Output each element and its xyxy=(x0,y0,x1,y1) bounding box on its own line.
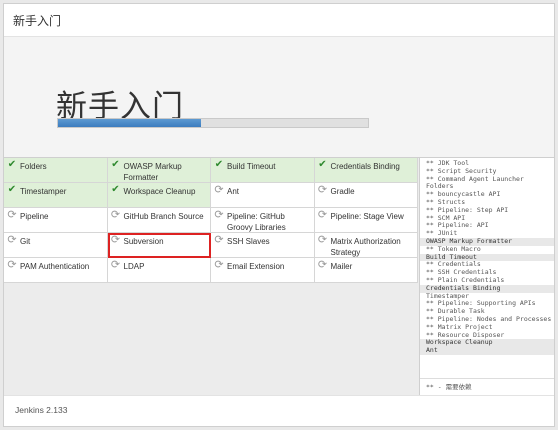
plugin-label: Gradle xyxy=(330,187,355,196)
plugin-install-area: ✔ Folders ✔ OWASP Markup Formatter ✔ Build Ti… xyxy=(4,157,554,399)
refresh-icon: ⟳ xyxy=(214,184,224,196)
plugin-label: Build Timeout xyxy=(227,162,276,171)
setup-window: 新手入门 新手入门 ✔ Folders ✔ OWASP Markup Formatte… xyxy=(3,3,555,427)
plugin-label: Workspace Cleanup xyxy=(123,187,196,196)
hero-section: 新手入门 xyxy=(4,37,554,157)
top-bar: 新手入门 xyxy=(4,4,554,37)
plugin-item: ⟳ Pipeline: Stage View xyxy=(314,208,418,233)
plugin-item: ⟳ Email Extension xyxy=(211,258,315,283)
refresh-icon: ⟳ xyxy=(317,209,328,221)
plugin-item: ✔ Workspace Cleanup xyxy=(107,183,211,208)
plugin-label: Email Extension xyxy=(227,262,285,271)
plugin-item: ⟳ Git xyxy=(4,233,108,258)
plugin-label: Subversion xyxy=(123,237,164,246)
refresh-icon: ⟳ xyxy=(317,184,328,196)
check-icon: ✔ xyxy=(111,184,120,195)
plugin-item: ⟳ Pipeline: GitHub Groovy Libraries xyxy=(211,208,315,233)
plugin-item: ⟳ Ant xyxy=(211,183,315,208)
refresh-icon: ⟳ xyxy=(214,234,224,246)
plugin-item: ⟳ GitHub Branch Source xyxy=(107,208,211,233)
plugin-item: ⟳ Mailer xyxy=(314,258,418,283)
refresh-icon: ⟳ xyxy=(317,234,328,246)
plugin-item: ✔ Timestamper xyxy=(4,183,108,208)
log-line: Ant xyxy=(420,346,554,355)
check-icon: ✔ xyxy=(214,159,224,170)
plugin-label: SSH Slaves xyxy=(227,237,270,246)
plugin-item: ✔ Credentials Binding xyxy=(314,158,418,183)
plugin-label: LDAP xyxy=(123,262,145,271)
log-line: Workspace Cleanup xyxy=(420,339,554,348)
install-log-lines: ** JDK Tool ** Script Security ** Command … xyxy=(420,158,554,355)
plugin-label: GitHub Branch Source xyxy=(123,212,204,221)
refresh-icon: ⟳ xyxy=(110,259,121,271)
plugin-item: ✔ Build Timeout xyxy=(211,158,315,183)
refresh-icon: ⟳ xyxy=(110,234,121,246)
check-icon: ✔ xyxy=(111,159,120,170)
refresh-icon: ⟳ xyxy=(214,209,224,221)
refresh-icon: ⟳ xyxy=(7,234,17,246)
refresh-icon: ⟳ xyxy=(7,259,17,271)
refresh-icon: ⟳ xyxy=(214,259,224,271)
plugin-label: OWASP Markup Formatter xyxy=(123,162,182,182)
plugin-item: ⟳ Subversion xyxy=(107,233,211,258)
plugin-item: ⟳ Matrix Authorization Strategy xyxy=(314,233,418,258)
plugin-label: PAM Authentication xyxy=(20,262,90,271)
plugin-label: Pipeline: GitHub Groovy Libraries xyxy=(227,212,286,232)
footer: Jenkins 2.133 xyxy=(4,395,554,426)
plugin-item: ⟳ PAM Authentication xyxy=(4,258,108,283)
plugin-label: Timestamper xyxy=(20,187,67,196)
check-icon: ✔ xyxy=(7,184,17,195)
plugin-item: ⟳ Pipeline xyxy=(4,208,108,233)
log-divider xyxy=(420,378,554,379)
plugin-label: Mailer xyxy=(330,262,353,271)
plugin-item: ⟳ SSH Slaves xyxy=(211,233,315,258)
refresh-icon: ⟳ xyxy=(110,209,121,221)
check-icon: ✔ xyxy=(318,159,327,170)
check-icon: ✔ xyxy=(7,159,17,170)
refresh-icon: ⟳ xyxy=(7,209,17,221)
refresh-icon: ⟳ xyxy=(317,259,328,271)
install-progress-bar xyxy=(57,118,369,128)
plugin-item: ✔ OWASP Markup Formatter xyxy=(107,158,211,183)
plugin-label: Pipeline xyxy=(20,212,49,221)
plugin-item: ⟳ LDAP xyxy=(107,258,211,283)
install-log-panel[interactable]: ** JDK Tool ** Script Security ** Command … xyxy=(419,158,554,399)
plugin-grid: ✔ Folders ✔ OWASP Markup Formatter ✔ Build Ti… xyxy=(4,158,418,283)
plugin-label: Ant xyxy=(227,187,240,196)
plugin-label: Credentials Binding xyxy=(330,162,400,171)
plugin-item: ⟳ Gradle xyxy=(314,183,418,208)
log-footnote: ** - 需要依赖 xyxy=(426,383,472,392)
plugin-item: ✔ Folders xyxy=(4,158,108,183)
jenkins-version: Jenkins 2.133 xyxy=(15,405,68,415)
plugin-label: Folders xyxy=(20,162,47,171)
window-title: 新手入门 xyxy=(13,14,62,28)
plugin-label: Pipeline: Stage View xyxy=(330,212,404,221)
plugin-label: Matrix Authorization Strategy xyxy=(330,237,401,257)
plugin-label: Git xyxy=(20,237,31,246)
install-progress-fill xyxy=(58,119,201,127)
